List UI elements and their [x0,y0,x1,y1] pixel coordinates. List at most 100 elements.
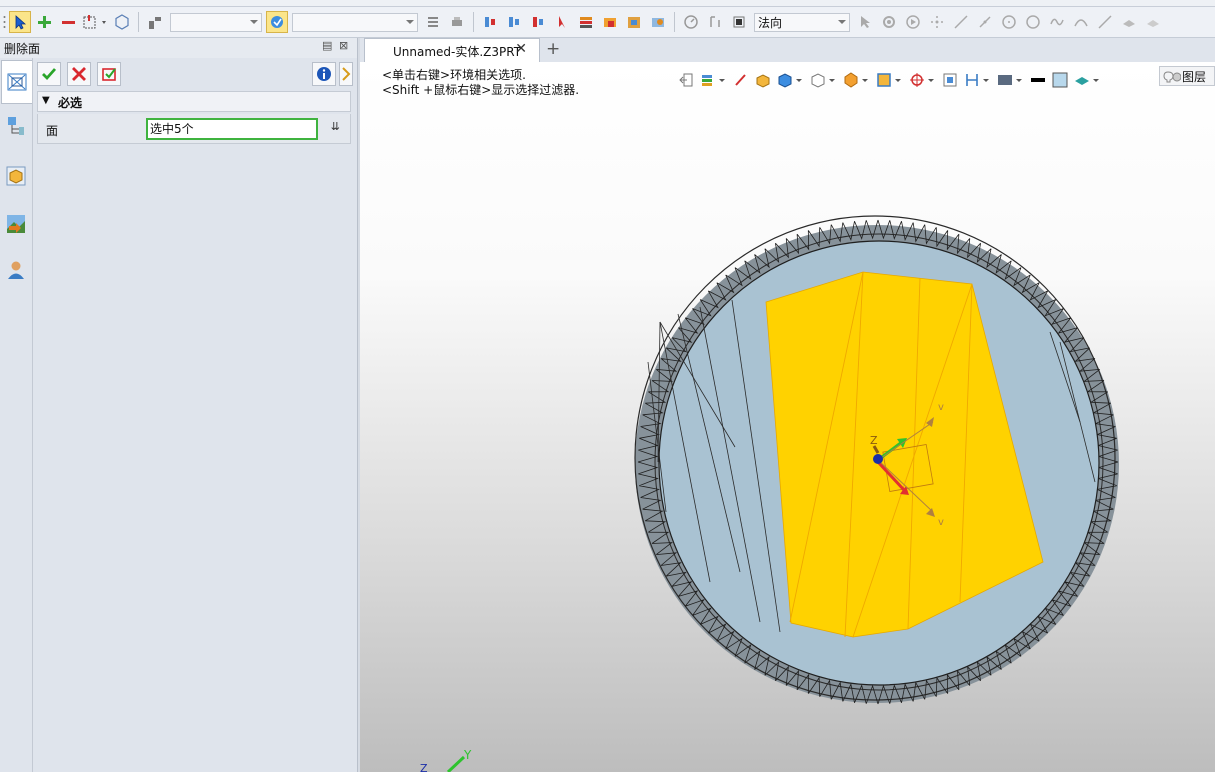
chevron-right-icon [342,67,351,81]
filter-icon [149,17,161,29]
face-icon [1147,20,1159,27]
circle-icon [1026,15,1040,29]
menu-strip [0,0,1215,7]
axis-y-label: Y [463,748,472,762]
selection-mode-button[interactable] [81,11,109,33]
tool-button-f[interactable] [551,11,573,33]
tool-button-i[interactable] [623,11,645,33]
cube-wire-icon [7,73,27,91]
tab-history[interactable] [4,114,28,138]
normal-direction-value: 法向 [758,15,783,30]
face-selection-field[interactable]: 选中5个 [146,118,318,140]
tool-button-k[interactable] [680,11,702,33]
axis-y-line [446,755,466,772]
toolbar-separator [473,12,474,32]
entity-filter-combo[interactable] [292,12,418,32]
tab-command[interactable] [1,60,32,104]
snap-tangent-button[interactable] [1094,11,1116,33]
bracket-icon [710,16,720,27]
apply-button[interactable] [97,62,121,86]
image-export-icon [7,215,25,233]
required-section-header[interactable]: ▼ 必选 [37,91,351,112]
check-icon [42,68,57,81]
document-tab[interactable]: Unnamed-实体.Z3PRT ✕ [364,38,540,62]
chevron-down-icon [406,19,414,24]
line-icon [979,16,991,28]
snap-circle-button[interactable] [998,11,1020,33]
align-icon [485,17,495,27]
tool-button-j[interactable] [647,11,669,33]
snap-play-button[interactable] [902,11,924,33]
play-icon [906,15,920,29]
tool-button-e[interactable] [527,11,549,33]
pin-icon[interactable]: ▤ [322,39,332,52]
snap-line-button[interactable] [950,11,972,33]
tool-button-b[interactable] [446,11,468,33]
snap-points-button[interactable] [926,11,948,33]
normal-direction-combo[interactable]: 法向 [754,12,850,32]
snap-face-button[interactable] [1118,11,1140,33]
points-icon [931,16,943,28]
printer-icon [452,17,462,26]
remove-button[interactable] [57,11,79,33]
triad-handle-label: v [938,517,944,528]
tool-button-c[interactable] [479,11,501,33]
cancel-button[interactable] [67,62,91,86]
close-icon[interactable]: ⊠ [339,39,348,52]
snap-arc-button[interactable] [1070,11,1092,33]
snap-pointer-button[interactable] [854,11,876,33]
stop-icon [733,16,745,28]
snap-line2-button[interactable] [974,11,996,33]
snap-curve-button[interactable] [1046,11,1068,33]
command-form: ▼ 必选 面 选中5个 ⇊ [33,58,356,772]
smart-pick-icon [271,16,283,28]
cursor-red-icon [559,16,565,28]
tab-view[interactable] [4,212,28,236]
face-selection-row: 面 选中5个 ⇊ [37,114,351,144]
info-button[interactable] [312,62,336,86]
new-tab-icon[interactable]: + [546,39,560,59]
double-chevron-down-icon[interactable]: ⇊ [331,120,340,133]
curve-icon [1050,18,1064,26]
chevron-down-icon [838,19,846,24]
shape-select-button[interactable] [111,11,133,33]
snap-face2-button[interactable] [1142,11,1164,33]
tool-button-h[interactable] [599,11,621,33]
tool-button-a[interactable] [422,11,444,33]
section-label: 必选 [58,96,83,110]
triad-z-label: Z [870,434,878,447]
document-tab-bar: Unnamed-实体.Z3PRT ✕ + [360,38,1215,63]
smart-pick-button[interactable] [266,11,288,33]
hexagon-icon [115,14,129,30]
main-toolbar: 法向 [0,7,1215,38]
tab-part[interactable] [4,164,28,188]
add-button[interactable] [33,11,55,33]
command-panel: 删除面 ▤ ⊠ ▼ 必选 面 选中5个 ⇊ [0,38,358,772]
expand-panel-button[interactable] [339,62,353,86]
3d-canvas[interactable]: <单击右键>环境相关选项. <Shift +鼠标右键>显示选择过滤器. 图层 Z… [360,62,1215,772]
circle-icon [1002,15,1016,29]
tool-button-m[interactable] [728,11,750,33]
view-axis-indicator: Y Z [420,748,472,772]
ok-button[interactable] [37,62,61,86]
close-tab-icon[interactable]: ✕ [515,41,527,57]
settings-list-icon [428,17,438,27]
face-label: 面 [46,124,59,138]
action-bar [33,60,356,88]
tool-button-d[interactable] [503,11,525,33]
tool-button-g[interactable] [575,11,597,33]
filter-button[interactable] [144,11,166,33]
snap-gear-button[interactable] [878,11,900,33]
folder-icon [604,18,616,27]
toolbar-grip [1,11,7,33]
align-icon [509,17,519,27]
select-pointer-button[interactable] [9,11,31,33]
tool-button-l[interactable] [704,11,726,33]
line-icon [954,15,968,29]
filter-combo[interactable] [170,12,262,32]
face-icon [1123,20,1135,27]
tab-user[interactable] [4,258,28,282]
package-icon [628,17,640,28]
snap-circle2-button[interactable] [1022,11,1044,33]
user-icon [8,261,24,279]
